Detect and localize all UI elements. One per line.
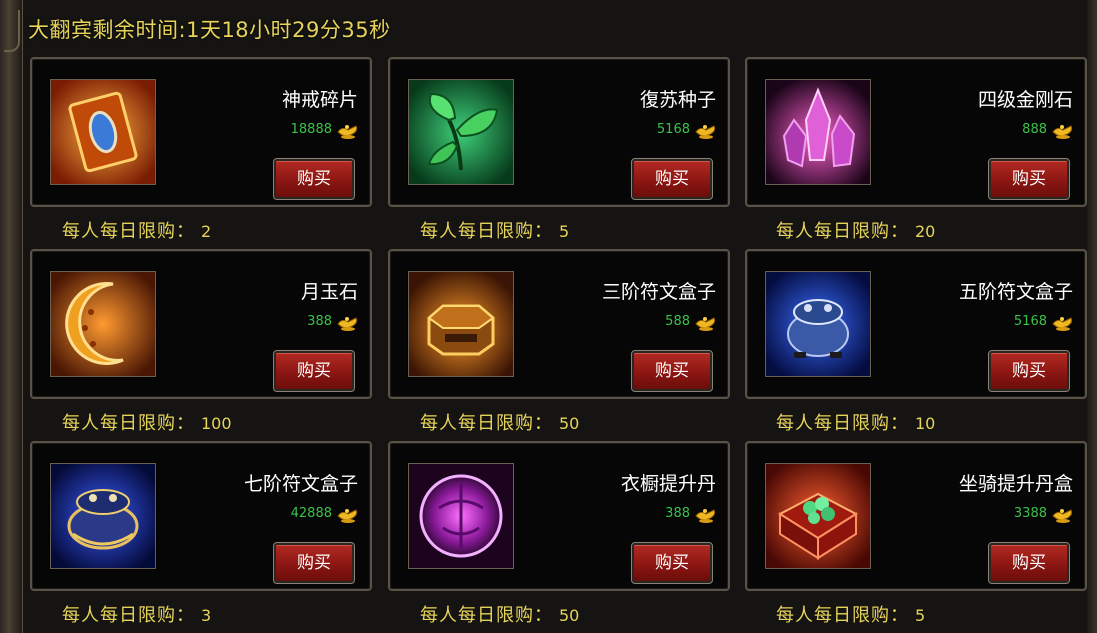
- buy-button[interactable]: 购买: [273, 350, 355, 392]
- buy-button[interactable]: 购买: [988, 158, 1070, 200]
- item-name: 衣橱提升丹: [620, 473, 716, 495]
- item-price: 888: [1022, 121, 1047, 137]
- buy-button[interactable]: 购买: [273, 158, 355, 200]
- item-name: 四级金刚石: [977, 89, 1073, 111]
- diamond-crystal-icon[interactable]: [765, 79, 871, 185]
- limit-value: 10: [915, 414, 936, 433]
- daily-limit: 每人每日限购： 5: [776, 601, 925, 627]
- item-name: 坐骑提升丹盒: [958, 473, 1073, 495]
- daily-limit: 每人每日限购： 50: [420, 601, 579, 627]
- revival-seed-icon[interactable]: [408, 79, 514, 185]
- shop-item-card: 月玉石 388 购买: [30, 249, 372, 399]
- timer-value: 1天18小时29分35秒: [186, 18, 391, 42]
- item-price: 588: [665, 313, 690, 329]
- price-row: 18888: [291, 117, 360, 141]
- limit-label: 每人每日限购：: [776, 413, 909, 434]
- gold-lamp-icon: [694, 310, 718, 332]
- gold-lamp-icon: [336, 502, 360, 524]
- gold-lamp-icon: [1051, 118, 1075, 140]
- buy-button[interactable]: 购买: [631, 350, 713, 392]
- limit-value: 50: [559, 414, 580, 433]
- gold-lamp-icon: [336, 310, 360, 332]
- window-frame-right: [1087, 0, 1097, 633]
- daily-limit: 每人每日限购： 100: [62, 409, 232, 435]
- limit-label: 每人每日限购：: [420, 221, 553, 242]
- shop-item-card: 五阶符文盒子 5168 购买: [745, 249, 1087, 399]
- moonstone-icon[interactable]: [50, 271, 156, 377]
- limit-label: 每人每日限购：: [62, 221, 195, 242]
- wardrobe-pill-icon[interactable]: [408, 463, 514, 569]
- shop-item-card: 坐骑提升丹盒 3388 购买: [745, 441, 1087, 591]
- window-frame-left: [0, 0, 23, 633]
- limit-label: 每人每日限购：: [420, 605, 553, 626]
- item-price: 42888: [290, 505, 332, 521]
- limit-value: 20: [915, 222, 936, 241]
- item-name: 復苏种子: [639, 89, 716, 111]
- daily-limit: 每人每日限购： 50: [420, 409, 579, 435]
- gold-lamp-icon: [1051, 502, 1075, 524]
- price-row: 5168: [657, 117, 718, 141]
- buy-button[interactable]: 购买: [988, 542, 1070, 584]
- limit-value: 5: [915, 606, 926, 625]
- gold-lamp-icon: [694, 118, 718, 140]
- item-name: 月玉石: [300, 281, 358, 303]
- buy-button[interactable]: 购买: [631, 542, 713, 584]
- ring-fragment-icon[interactable]: [50, 79, 156, 185]
- limit-value: 100: [201, 414, 232, 433]
- limit-label: 每人每日限购：: [62, 605, 195, 626]
- limit-label: 每人每日限购：: [420, 413, 553, 434]
- price-row: 42888: [291, 501, 360, 525]
- limit-label: 每人每日限购：: [776, 605, 909, 626]
- item-name: 三阶符文盒子: [601, 281, 716, 303]
- item-name: 七阶符文盒子: [243, 473, 358, 495]
- shop-item-card: 衣橱提升丹 388 购买: [388, 441, 730, 591]
- item-price: 5168: [656, 121, 690, 137]
- limit-value: 3: [201, 606, 212, 625]
- daily-limit: 每人每日限购： 10: [776, 409, 935, 435]
- rune-box-tier3-icon[interactable]: [408, 271, 514, 377]
- daily-limit: 每人每日限购： 2: [62, 217, 211, 243]
- shop-item-card: 四级金刚石 888 购买: [745, 57, 1087, 207]
- price-row: 3388: [1014, 501, 1075, 525]
- limit-value: 50: [559, 606, 580, 625]
- timer-label: 大翻宾剩余时间:: [28, 18, 187, 42]
- item-price: 388: [665, 505, 690, 521]
- price-row: 588: [665, 309, 718, 333]
- price-row: 388: [665, 501, 718, 525]
- shop-item-card: 三阶符文盒子 588 购买: [388, 249, 730, 399]
- gold-lamp-icon: [694, 502, 718, 524]
- daily-limit: 每人每日限购： 20: [776, 217, 935, 243]
- shop-item-card: 神戒碎片 18888 购买: [30, 57, 372, 207]
- rune-box-tier7-icon[interactable]: [50, 463, 156, 569]
- gold-lamp-icon: [336, 118, 360, 140]
- daily-limit: 每人每日限购： 5: [420, 217, 569, 243]
- buy-button[interactable]: 购买: [988, 350, 1070, 392]
- mount-pill-box-icon[interactable]: [765, 463, 871, 569]
- buy-button[interactable]: 购买: [631, 158, 713, 200]
- limit-label: 每人每日限购：: [776, 221, 909, 242]
- rune-box-tier5-icon[interactable]: [765, 271, 871, 377]
- limit-value: 5: [559, 222, 570, 241]
- buy-button[interactable]: 购买: [273, 542, 355, 584]
- price-row: 388: [307, 309, 360, 333]
- price-row: 5168: [1014, 309, 1075, 333]
- limit-value: 2: [201, 222, 212, 241]
- shop-item-card: 七阶符文盒子 42888 购买: [30, 441, 372, 591]
- item-price: 3388: [1013, 505, 1047, 521]
- gold-lamp-icon: [1051, 310, 1075, 332]
- item-price: 388: [307, 313, 332, 329]
- limit-label: 每人每日限购：: [62, 413, 195, 434]
- event-timer: 大翻宾剩余时间:1天18小时29分35秒: [28, 14, 391, 44]
- price-row: 888: [1022, 117, 1075, 141]
- item-name: 五阶符文盒子: [958, 281, 1073, 303]
- item-price: 18888: [290, 121, 332, 137]
- daily-limit: 每人每日限购： 3: [62, 601, 211, 627]
- item-price: 5168: [1013, 313, 1047, 329]
- shop-item-card: 復苏种子 5168 购买: [388, 57, 730, 207]
- item-name: 神戒碎片: [281, 89, 358, 111]
